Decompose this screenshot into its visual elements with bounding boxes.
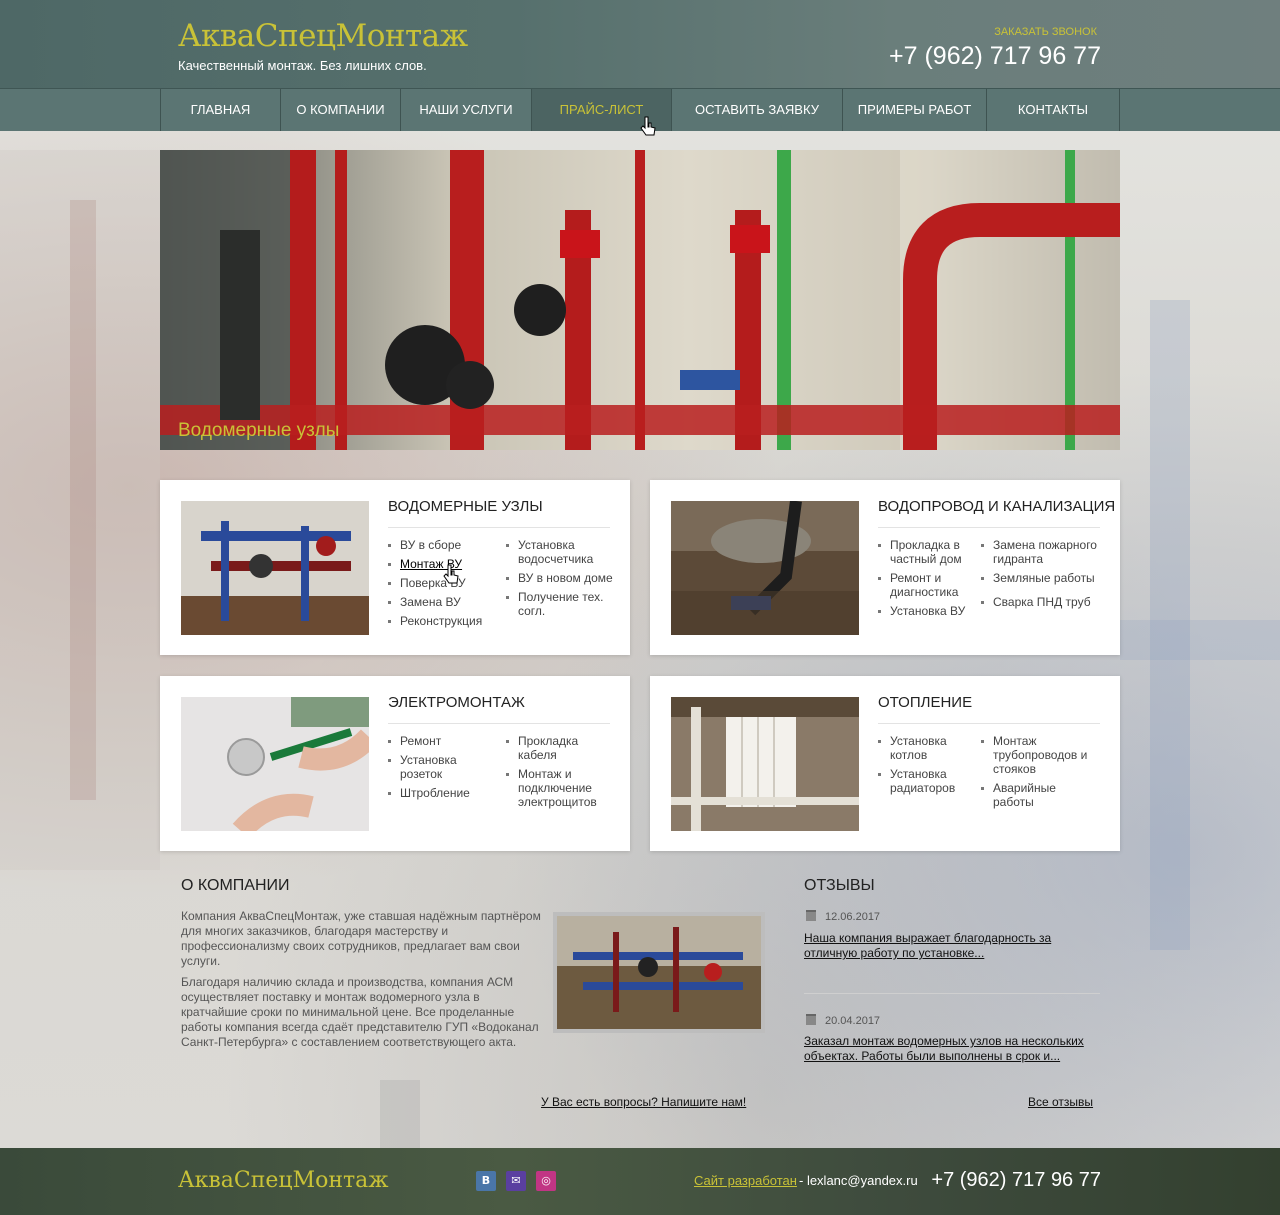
nav-item-request[interactable]: ОСТАВИТЬ ЗАЯВКУ: [672, 89, 843, 131]
hand-cursor-icon: [443, 564, 459, 584]
divider: [388, 723, 610, 724]
service-list: Установка водосчетчика ВУ в новом доме П…: [506, 538, 616, 623]
developer-email: - lexlanc@yandex.ru: [799, 1173, 918, 1188]
list-item[interactable]: Реконструкция: [388, 614, 498, 628]
list-item[interactable]: ВУ в сборе: [388, 538, 498, 552]
service-list: Прокладка в частный дом Ремонт и диагнос…: [878, 538, 974, 623]
nav-item-contacts[interactable]: КОНТАКТЫ: [987, 89, 1120, 131]
card-title: ЭЛЕКТРОМОНТАЖ: [388, 694, 525, 711]
list-item[interactable]: ВУ в новом доме: [506, 571, 616, 585]
card-title: ВОДОПРОВОД И КАНАЛИЗАЦИЯ: [878, 498, 1116, 515]
about-title: О КОМПАНИИ: [181, 877, 290, 894]
list-item[interactable]: Земляные работы: [981, 571, 1111, 585]
divider: [804, 993, 1100, 994]
about-text: Компания АкваСпецМонтаж, уже ставшая над…: [181, 909, 541, 1056]
site-header: АкваСпецМонтаж Качественный монтаж. Без …: [0, 0, 1280, 88]
list-item[interactable]: Прокладка в частный дом: [878, 538, 974, 566]
about-photo: [553, 912, 765, 1033]
review-date: 12.06.2017: [806, 910, 880, 923]
review-link[interactable]: Наша компания выражает благодарность за …: [804, 931, 1104, 961]
developer-link[interactable]: Сайт разработан: [694, 1173, 797, 1188]
list-item[interactable]: Установка розеток: [388, 753, 488, 781]
banner-caption: Водомерные узлы: [178, 420, 340, 441]
service-list: Монтаж трубопроводов и стояков Аварийные…: [981, 734, 1091, 814]
service-card-electrical[interactable]: ЭЛЕКТРОМОНТАЖ Ремонт Установка розеток Ш…: [160, 676, 630, 851]
all-reviews-link[interactable]: Все отзывы: [1028, 1095, 1093, 1109]
review-link[interactable]: Заказал монтаж водомерных узлов на неско…: [804, 1034, 1104, 1064]
list-item[interactable]: Замена ВУ: [388, 595, 498, 609]
site-footer: АкваСпецМонтаж В ✉ ◎ Сайт разработан - l…: [0, 1148, 1280, 1215]
service-photo: [181, 697, 369, 831]
calendar-icon: [806, 910, 816, 921]
nav-item-services[interactable]: НАШИ УСЛУГИ: [401, 89, 532, 131]
divider: [388, 527, 610, 528]
vk-icon[interactable]: В: [476, 1171, 496, 1191]
list-item[interactable]: Монтаж трубопроводов и стояков: [981, 734, 1091, 776]
list-item[interactable]: Замена пожарного гидранта: [981, 538, 1111, 566]
service-photo: [181, 501, 369, 635]
service-card-heating[interactable]: ОТОПЛЕНИЕ Установка котлов Установка рад…: [650, 676, 1120, 851]
list-item[interactable]: Установка ВУ: [878, 604, 974, 618]
list-item[interactable]: Установка водосчетчика: [506, 538, 616, 566]
list-item[interactable]: Получение тех. согл.: [506, 590, 616, 618]
divider: [878, 527, 1100, 528]
contact-question-link[interactable]: У Вас есть вопросы? Напишите нам!: [541, 1095, 746, 1109]
about-paragraph: Компания АкваСпецМонтаж, уже ставшая над…: [181, 909, 541, 968]
header-phone: +7 (962) 717 96 77: [889, 42, 1101, 70]
mail-icon[interactable]: ✉: [506, 1171, 526, 1191]
footer-phone: +7 (962) 717 96 77: [931, 1169, 1101, 1191]
list-item[interactable]: Сварка ПНД труб: [981, 595, 1111, 609]
hand-cursor-icon: [640, 116, 656, 136]
water-meter-photo: [181, 501, 369, 635]
nav-item-home[interactable]: ГЛАВНАЯ: [161, 89, 281, 131]
nav-item-about[interactable]: О КОМПАНИИ: [281, 89, 401, 131]
list-item[interactable]: Ремонт: [388, 734, 488, 748]
heating-photo: [671, 697, 859, 831]
about-paragraph: Благодаря наличию склада и производства,…: [181, 975, 539, 1049]
calendar-icon: [806, 1014, 816, 1025]
service-list: Прокладка кабеля Монтаж и подключение эл…: [506, 734, 616, 814]
list-item[interactable]: Монтаж и подключение электрощитов: [506, 767, 616, 809]
list-item[interactable]: Аварийные работы: [981, 781, 1091, 809]
reviews-title: ОТЗЫВЫ: [804, 877, 875, 894]
electrical-photo: [181, 697, 369, 831]
list-item[interactable]: Установка котлов: [878, 734, 974, 762]
site-logo[interactable]: АкваСпецМонтаж: [178, 18, 468, 54]
hero-banner[interactable]: Водомерные узлы: [160, 150, 1120, 450]
list-item[interactable]: Ремонт и диагностика: [878, 571, 974, 599]
card-title: ОТОПЛЕНИЕ: [878, 694, 973, 711]
service-card-water-meter[interactable]: ВОДОМЕРНЫЕ УЗЛЫ ВУ в сборе Монтаж ВУ Пов…: [160, 480, 630, 655]
footer-logo[interactable]: АкваСпецМонтаж: [178, 1168, 389, 1193]
service-photo: [671, 501, 859, 635]
service-list: Ремонт Установка розеток Штробление: [388, 734, 488, 805]
review-date: 20.04.2017: [806, 1014, 880, 1027]
service-photo: [671, 697, 859, 831]
about-image: [557, 916, 761, 1029]
plumbing-photo: [671, 501, 859, 635]
list-item[interactable]: Установка радиаторов: [878, 767, 974, 795]
instagram-icon[interactable]: ◎: [536, 1171, 556, 1191]
nav-item-portfolio[interactable]: ПРИМЕРЫ РАБОТ: [843, 89, 987, 131]
divider: [878, 723, 1100, 724]
banner-photo: [160, 150, 1120, 450]
list-item[interactable]: Штробление: [388, 786, 488, 800]
service-list: Замена пожарного гидранта Земляные работ…: [981, 538, 1111, 614]
list-item[interactable]: Прокладка кабеля: [506, 734, 616, 762]
service-list: Установка котлов Установка радиаторов: [878, 734, 974, 800]
card-title: ВОДОМЕРНЫЕ УЗЛЫ: [388, 498, 543, 515]
callback-link[interactable]: ЗАКАЗАТЬ ЗВОНОК: [994, 26, 1097, 38]
site-tagline: Качественный монтаж. Без лишних слов.: [178, 58, 427, 73]
service-card-plumbing[interactable]: ВОДОПРОВОД И КАНАЛИЗАЦИЯ Прокладка в час…: [650, 480, 1120, 655]
